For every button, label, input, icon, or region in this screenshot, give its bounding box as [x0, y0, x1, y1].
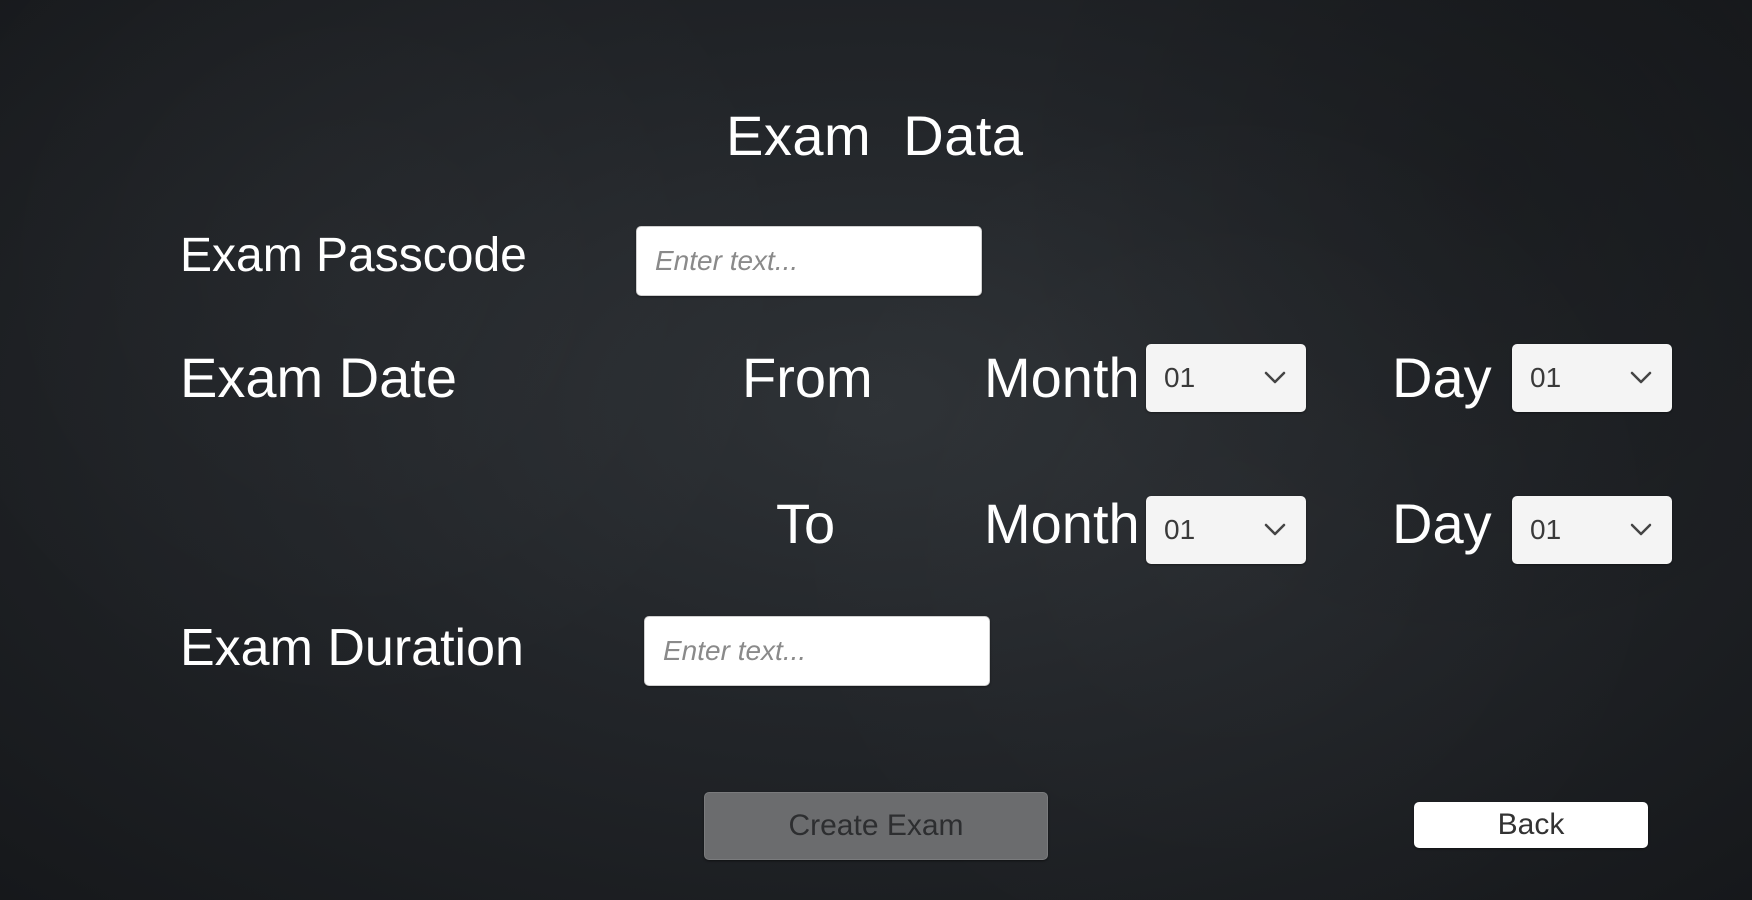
- to-month-value: 01: [1164, 514, 1196, 545]
- chevron-down-icon: [1264, 519, 1286, 541]
- from-month-value: 01: [1164, 362, 1196, 393]
- chevron-down-icon: [1264, 367, 1286, 389]
- from-month-select[interactable]: 01: [1146, 344, 1306, 412]
- to-day-value: 01: [1530, 514, 1562, 545]
- from-day-label: Day: [1392, 346, 1492, 409]
- from-label: From: [742, 346, 873, 409]
- chevron-down-icon: [1630, 519, 1652, 541]
- to-day-label: Day: [1392, 492, 1492, 555]
- to-month-select[interactable]: 01: [1146, 496, 1306, 564]
- from-day-select[interactable]: 01: [1512, 344, 1672, 412]
- exam-passcode-label: Exam Passcode: [180, 229, 527, 282]
- page-title: Exam Data: [726, 104, 1024, 167]
- exam-date-label: Exam Date: [180, 346, 457, 409]
- to-month-label: Month: [984, 492, 1140, 555]
- create-exam-button[interactable]: Create Exam: [704, 792, 1048, 860]
- chevron-down-icon: [1630, 367, 1652, 389]
- from-month-label: Month: [984, 346, 1140, 409]
- back-button[interactable]: Back: [1414, 802, 1648, 848]
- exam-passcode-input[interactable]: [636, 226, 982, 296]
- from-day-value: 01: [1530, 362, 1562, 393]
- exam-duration-input[interactable]: [644, 616, 990, 686]
- to-label: To: [776, 492, 836, 555]
- to-day-select[interactable]: 01: [1512, 496, 1672, 564]
- exam-duration-label: Exam Duration: [180, 619, 524, 677]
